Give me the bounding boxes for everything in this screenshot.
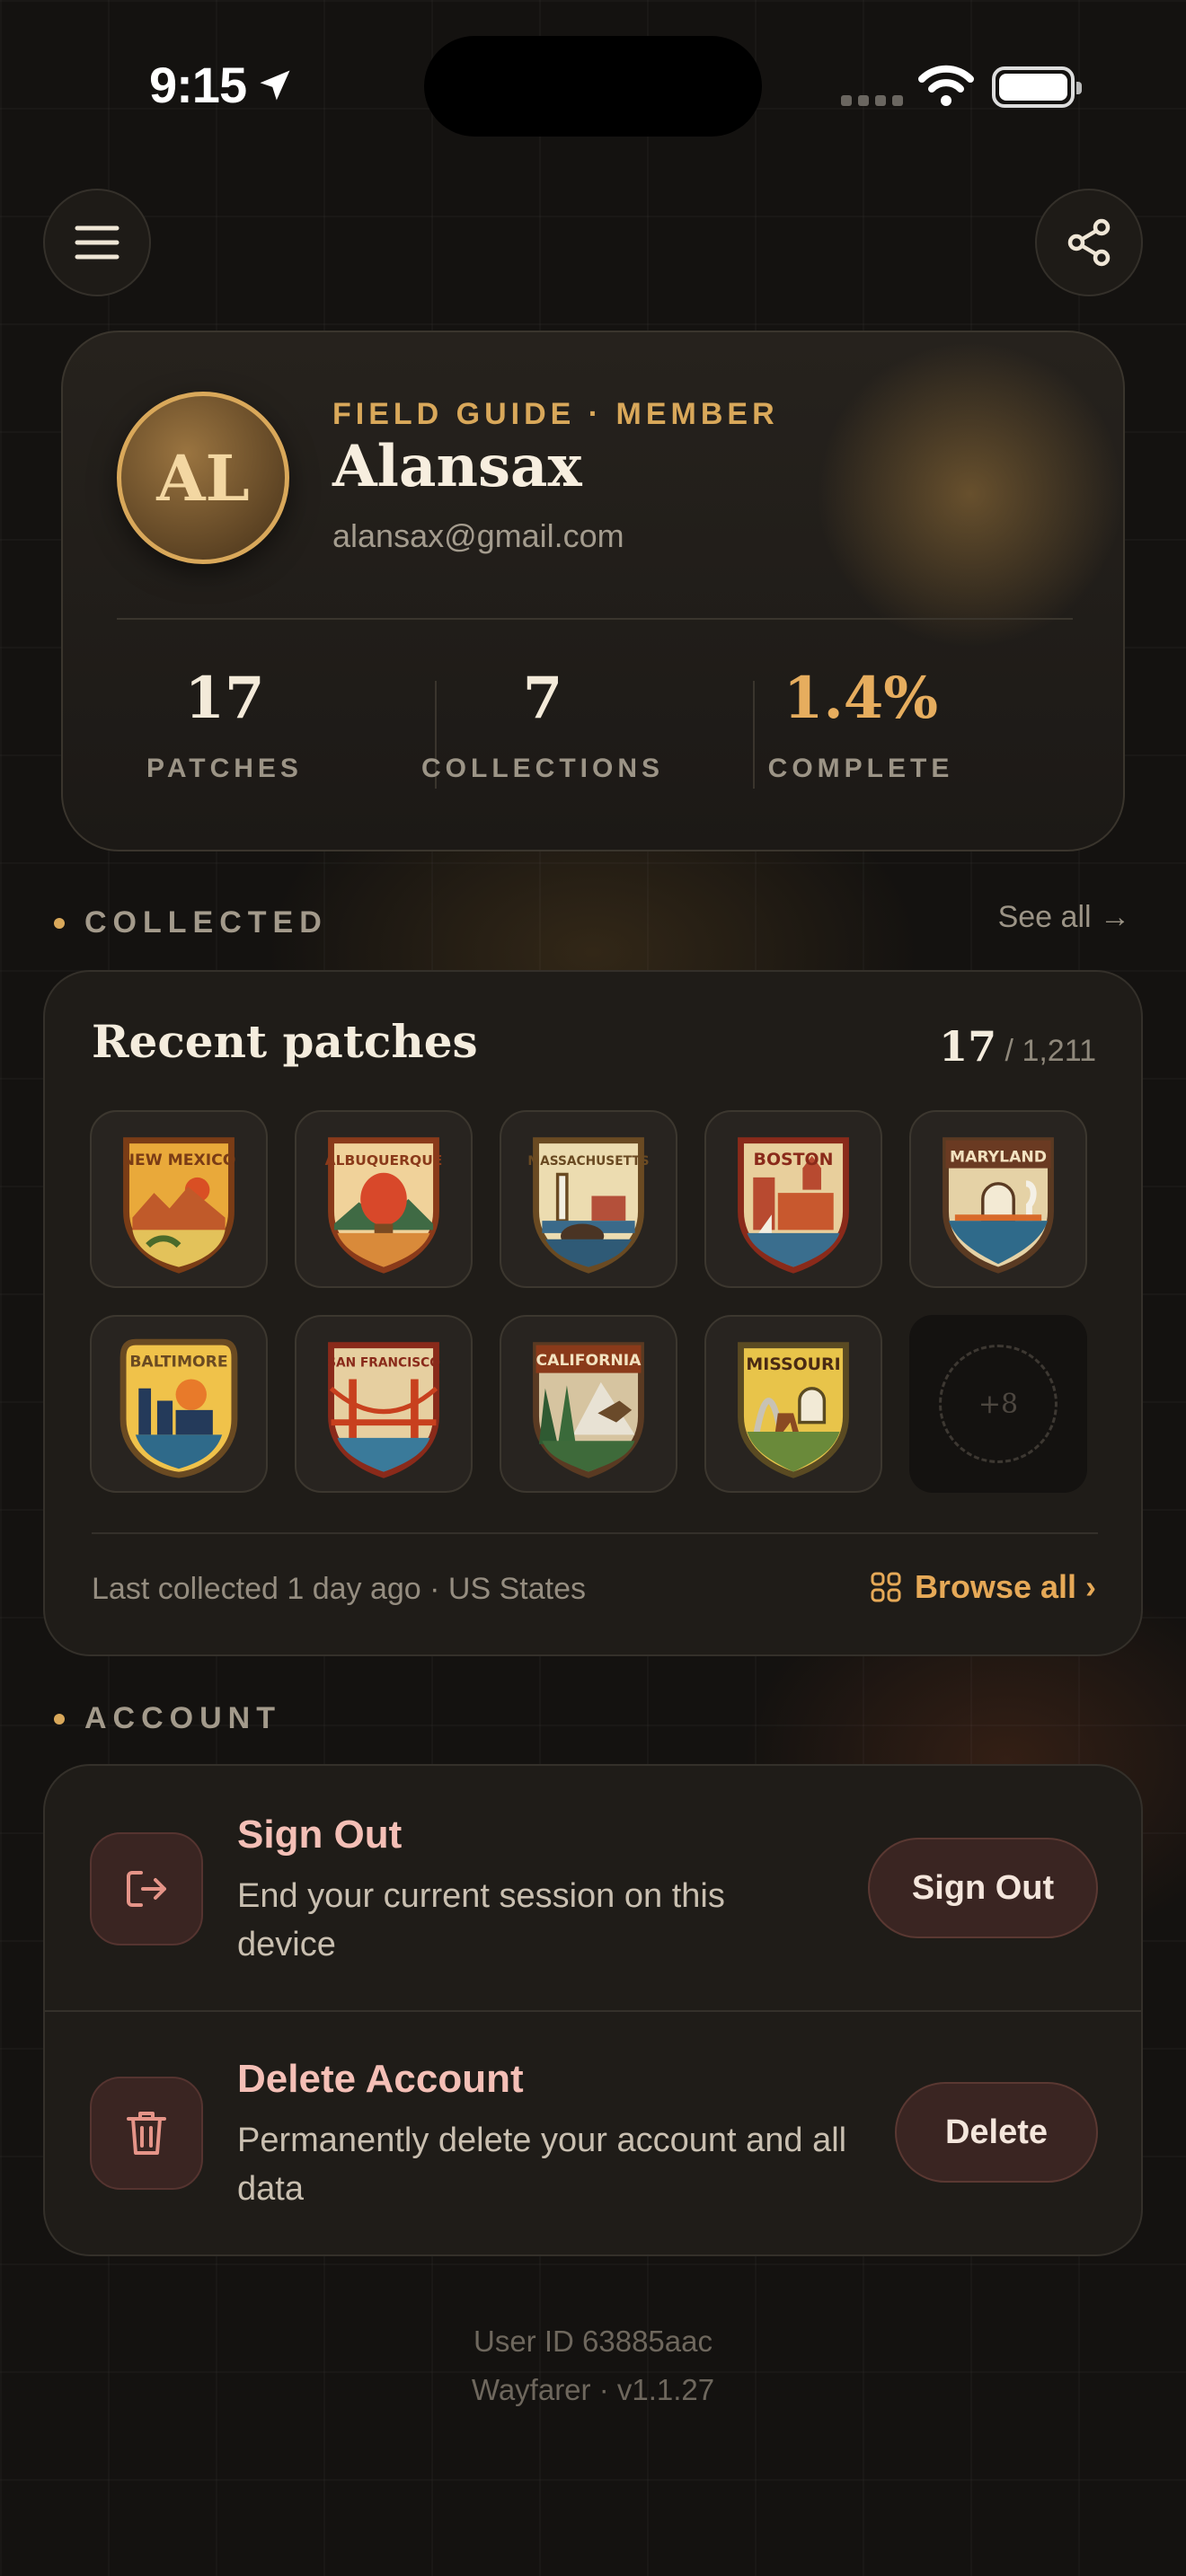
collected-heading: COLLECTED bbox=[54, 905, 328, 940]
stat-label: PATCHES bbox=[146, 754, 303, 783]
patch-tile[interactable]: NEW MEXICO bbox=[90, 1110, 268, 1288]
new-mexico-patch-icon: NEW MEXICO bbox=[122, 1137, 236, 1274]
last-collected-text: Last collected 1 day ago · US States bbox=[92, 1572, 586, 1606]
svg-text:SAN FRANCISCO: SAN FRANCISCO bbox=[327, 1356, 440, 1371]
stat-complete: 1.4% COMPLETE bbox=[701, 665, 1021, 784]
profile-divider bbox=[117, 618, 1073, 620]
dynamic-island bbox=[424, 36, 762, 137]
avatar: AL bbox=[117, 392, 289, 564]
account-heading: ACCOUNT bbox=[54, 1701, 281, 1736]
recent-patches-card: Recent patches 17 / 1,211 NEW MEXICO ALB… bbox=[43, 970, 1143, 1656]
sign-out-button[interactable]: Sign Out bbox=[868, 1838, 1098, 1938]
battery-icon bbox=[992, 66, 1082, 108]
svg-text:MISSOURI: MISSOURI bbox=[746, 1354, 840, 1374]
browse-all-link[interactable]: Browse all › bbox=[870, 1568, 1096, 1606]
stat-label: COLLECTIONS bbox=[421, 754, 664, 783]
more-patches-tile[interactable]: +8 bbox=[909, 1315, 1087, 1493]
share-icon bbox=[1067, 218, 1111, 267]
patch-tile[interactable]: ALBUQUERQUE bbox=[295, 1110, 473, 1288]
delete-account-description: Permanently delete your account and all … bbox=[237, 2122, 847, 2208]
massachusetts-patch-icon: MASSACHUSETTS bbox=[527, 1137, 650, 1274]
sign-out-icon-box bbox=[90, 1832, 203, 1945]
patch-tile[interactable]: BOSTON bbox=[704, 1110, 882, 1288]
california-patch-icon: CALIFORNIA bbox=[533, 1342, 644, 1478]
sign-out-title: Sign Out bbox=[237, 1813, 403, 1857]
patch-tile[interactable]: MARYLAND bbox=[909, 1110, 1087, 1288]
patch-tile[interactable]: CALIFORNIA bbox=[500, 1315, 677, 1493]
missouri-patch-icon: MISSOURI bbox=[738, 1342, 849, 1478]
delete-button[interactable]: Delete bbox=[895, 2082, 1098, 2183]
bullet-dot-icon bbox=[54, 1713, 65, 1725]
patch-tile[interactable]: SAN FRANCISCO bbox=[295, 1315, 473, 1493]
more-patches-count: +8 bbox=[939, 1345, 1058, 1463]
san-francisco-patch-icon: SAN FRANCISCO bbox=[327, 1342, 440, 1478]
sign-out-icon bbox=[127, 1871, 166, 1907]
delete-account-title: Delete Account bbox=[237, 2057, 524, 2101]
svg-text:NEW MEXICO: NEW MEXICO bbox=[122, 1151, 236, 1169]
boston-patch-icon: BOSTON bbox=[738, 1137, 849, 1274]
hamburger-icon bbox=[75, 225, 119, 260]
trash-icon bbox=[127, 2112, 166, 2155]
sign-out-description: End your current session on this device bbox=[237, 1877, 725, 1963]
sign-out-row: Sign Out End your current session on thi… bbox=[45, 1766, 1141, 2012]
user-id-text: User ID 63885aac bbox=[474, 2325, 712, 2358]
bullet-dot-icon bbox=[54, 917, 65, 929]
stat-patches: 17 PATCHES bbox=[65, 665, 385, 784]
baltimore-patch-icon: BALTIMORE bbox=[119, 1338, 238, 1478]
membership-label: FIELD GUIDE · MEMBER bbox=[332, 397, 779, 431]
see-all-link[interactable]: See all → bbox=[998, 900, 1130, 935]
wifi-icon bbox=[918, 65, 974, 106]
location-arrow-icon bbox=[260, 70, 290, 100]
patches-divider bbox=[92, 1532, 1098, 1534]
svg-text:MASSACHUSETTS: MASSACHUSETTS bbox=[527, 1154, 649, 1169]
patch-tile[interactable]: MASSACHUSETTS bbox=[500, 1110, 677, 1288]
cellular-signal-icon bbox=[841, 95, 903, 106]
svg-text:ALBUQUERQUE: ALBUQUERQUE bbox=[325, 1152, 443, 1169]
menu-button[interactable] bbox=[43, 189, 151, 296]
account-card: Sign Out End your current session on thi… bbox=[43, 1764, 1143, 2256]
recent-patches-title: Recent patches bbox=[92, 1015, 478, 1068]
albuquerque-patch-icon: ALBUQUERQUE bbox=[325, 1137, 443, 1274]
profile-email: alansax@gmail.com bbox=[332, 517, 624, 554]
delete-account-row: Delete Account Permanently delete your a… bbox=[45, 2012, 1141, 2254]
stat-value: 1.4% bbox=[783, 665, 939, 732]
patch-count: 17 / 1,211 bbox=[939, 1022, 1096, 1071]
stat-value: 7 bbox=[522, 665, 563, 732]
maryland-patch-icon: MARYLAND bbox=[943, 1137, 1054, 1274]
profile-name: Alansax bbox=[332, 433, 582, 500]
stat-collections: 7 COLLECTIONS bbox=[383, 665, 703, 784]
svg-text:MARYLAND: MARYLAND bbox=[950, 1149, 1047, 1167]
patch-tile[interactable]: MISSOURI bbox=[704, 1315, 882, 1493]
svg-text:BOSTON: BOSTON bbox=[754, 1150, 834, 1169]
status-time: 9:15 bbox=[149, 56, 295, 114]
svg-text:BALTIMORE: BALTIMORE bbox=[129, 1354, 227, 1372]
delete-icon-box bbox=[90, 2077, 203, 2190]
app-version-text: Wayfarer · v1.1.27 bbox=[471, 2373, 715, 2406]
svg-text:CALIFORNIA: CALIFORNIA bbox=[536, 1352, 642, 1370]
stat-label: COMPLETE bbox=[767, 754, 954, 783]
grid-icon bbox=[871, 1572, 901, 1602]
share-button[interactable] bbox=[1035, 189, 1143, 296]
profile-card: AL FIELD GUIDE · MEMBER Alansax alansax@… bbox=[61, 331, 1125, 851]
stat-value: 17 bbox=[184, 665, 265, 732]
patch-tile[interactable]: BALTIMORE bbox=[90, 1315, 268, 1493]
